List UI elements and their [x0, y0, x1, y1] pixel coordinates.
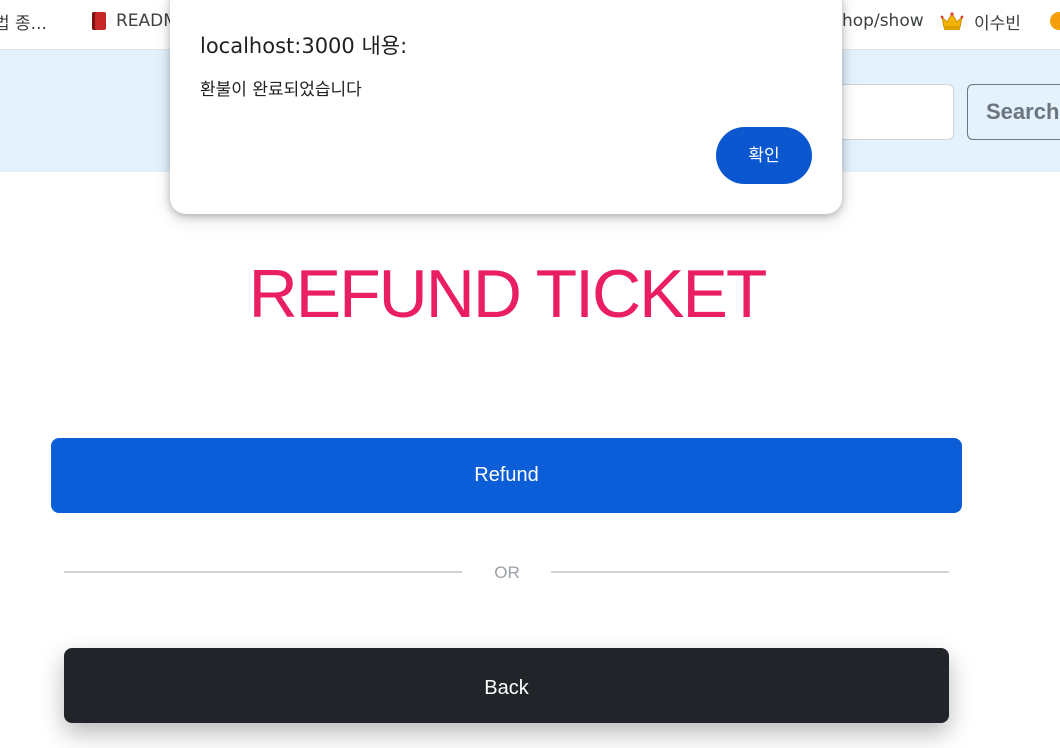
bookmark-item-1[interactable]: 법 종... [0, 10, 47, 34]
search-button[interactable]: Search [967, 84, 1060, 140]
crown-icon [940, 12, 964, 30]
bookmark-item-extra[interactable] [1050, 10, 1060, 32]
dialog-ok-button[interactable]: 확인 [716, 127, 812, 184]
bookmark-label: READM [116, 11, 178, 31]
orange-circle-icon [1050, 12, 1060, 30]
bookmark-label: 이수빈 [974, 13, 1021, 34]
divider-right [551, 571, 949, 573]
book-icon [92, 12, 106, 30]
bookmark-item-user[interactable]: 이수빈 [940, 10, 1021, 34]
search-input[interactable] [826, 84, 954, 140]
bookmark-item-readme[interactable]: READM [90, 10, 178, 32]
dialog-message: 환불이 완료되었습니다 [200, 80, 362, 100]
alert-dialog: localhost:3000 내용: 환불이 완료되었습니다 확인 [170, 0, 842, 214]
bookmark-label: 법 종... [0, 13, 47, 34]
back-button[interactable]: Back [64, 648, 949, 723]
bookmark-label: hop/show [842, 11, 924, 31]
refund-button[interactable]: Refund [51, 438, 962, 513]
divider-left [64, 571, 462, 573]
bookmark-item-show[interactable]: hop/show [842, 10, 924, 32]
dialog-title: localhost:3000 내용: [200, 34, 408, 58]
page-title: REFUND TICKET [248, 256, 768, 332]
or-divider-label: OR [494, 563, 520, 582]
